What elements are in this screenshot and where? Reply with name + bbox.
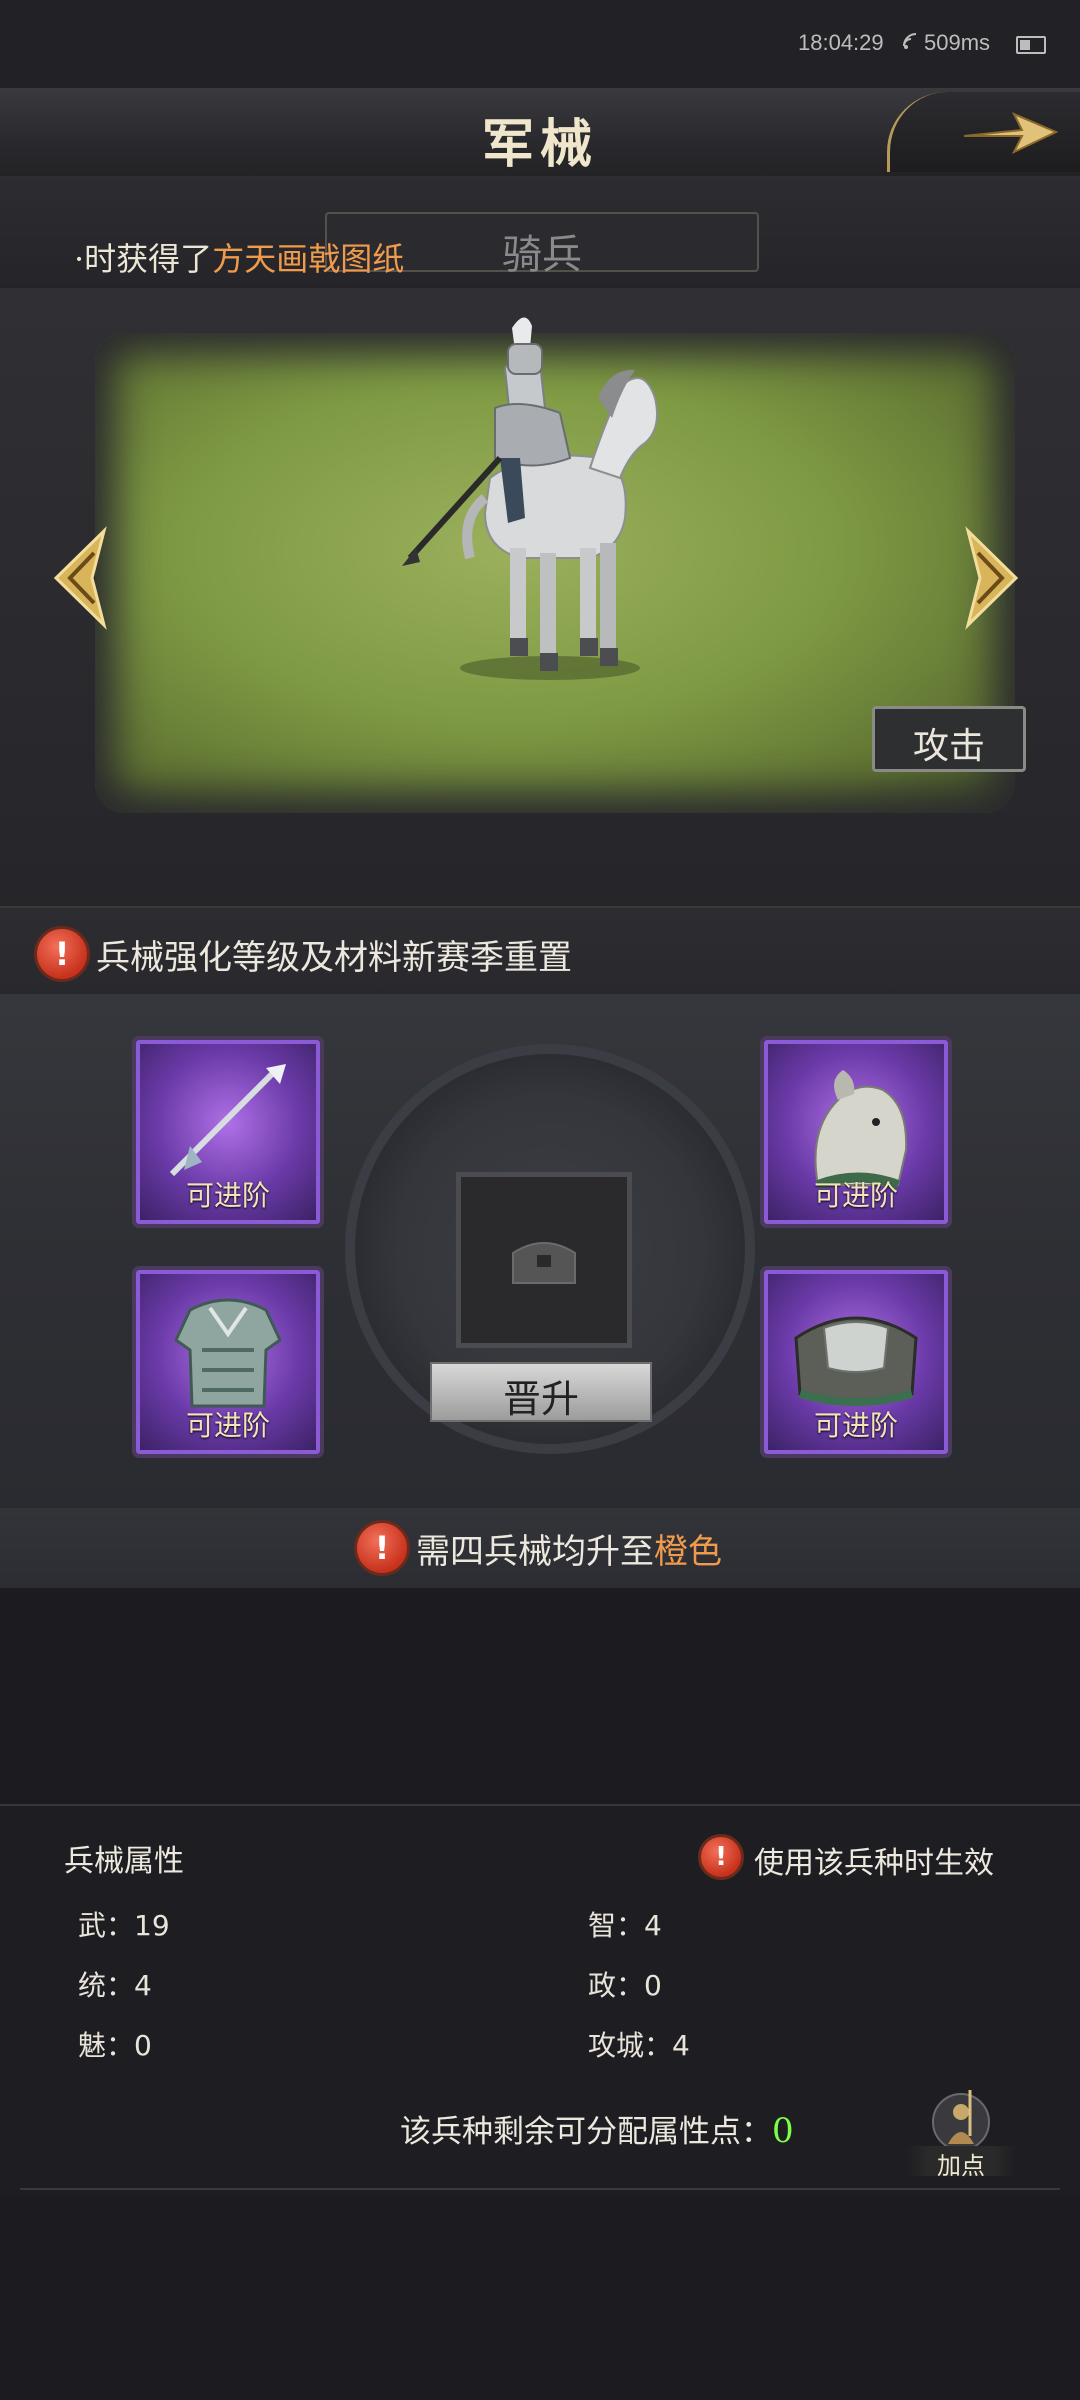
upgrade-requirement-color: 橙色: [654, 1532, 722, 1572]
weapon-slot[interactable]: 可进阶: [132, 1036, 324, 1228]
horse-slot-label: 可进阶: [813, 1179, 898, 1212]
attack-label: 攻击: [912, 726, 985, 767]
marquee-prefix: ·时获得了: [74, 240, 213, 278]
cavalry-unit-image: [402, 317, 658, 680]
armor-icon: [174, 1298, 282, 1408]
status-latency: 509ms: [924, 30, 991, 55]
warning-icon: !: [34, 926, 90, 982]
horse-slot[interactable]: 可进阶: [760, 1036, 952, 1228]
arrow-right-icon: [963, 112, 1059, 155]
upgrade-requirement-prefix: 需四兵械均升至: [416, 1532, 654, 1572]
attr-zhi: 智：4: [588, 1909, 662, 1942]
remaining-points-label: 该兵种剩余可分配属性点：: [400, 2114, 772, 2150]
info-icon[interactable]: !: [698, 1834, 744, 1880]
troop-header: 骑兵 ·时获得了方天画戟图纸: [0, 176, 1080, 290]
attr-gongcheng: 攻城：4: [588, 2029, 690, 2062]
remaining-points-value: 0: [772, 2111, 794, 2151]
armor-slot-label: 可进阶: [185, 1409, 270, 1442]
warning-icon: !: [354, 1520, 410, 1576]
remaining-points: 该兵种剩余可分配属性点：0: [400, 2106, 794, 2151]
status-bar: 18:04:29 509ms: [0, 0, 1080, 88]
title-bar: 军械: [0, 88, 1080, 178]
attr-mei: 魅：0: [78, 2029, 152, 2062]
prev-troop-button[interactable]: [44, 523, 114, 633]
saddle-slot-label: 可进阶: [813, 1409, 898, 1442]
status-time: 18:04:29: [798, 30, 884, 55]
saddle-slot[interactable]: 可进阶: [760, 1266, 952, 1458]
upgrade-requirement-text: 需四兵械均升至橙色: [416, 1524, 722, 1573]
back-button[interactable]: [887, 92, 1080, 172]
equipment-attributes: 兵械属性 ! 使用该兵种时生效 武：19 统：4 魅：0 智：4 政：0 攻城：…: [0, 1804, 1080, 2196]
wifi-icon: [902, 30, 920, 56]
upgrade-requirement-notice: ! 需四兵械均升至橙色: [0, 1508, 1080, 1588]
season-reset-notice: ! 兵械强化等级及材料新赛季重置: [0, 906, 1080, 996]
promote-button[interactable]: 晋升: [430, 1362, 652, 1422]
attr-wu: 武：19: [78, 1909, 170, 1942]
broadcast-marquee: ·时获得了方天画戟图纸: [74, 234, 404, 280]
add-point-label: 加点: [937, 2152, 985, 2180]
saddle-icon: [794, 1316, 918, 1406]
weapon-slot-label: 可进阶: [185, 1179, 270, 1212]
battery-icon: [1016, 36, 1046, 54]
troop-preview: 攻击: [0, 288, 1080, 906]
promotion-item-slot[interactable]: [456, 1172, 632, 1348]
attr-tong: 统：4: [78, 1969, 152, 2002]
effect-note: 使用该兵种时生效: [754, 1846, 994, 1881]
armor-slot[interactable]: 可进阶: [132, 1266, 324, 1458]
attr-zheng: 政：0: [588, 1969, 662, 2002]
season-reset-text: 兵械强化等级及材料新赛季重置: [96, 938, 572, 978]
divider: [20, 2188, 1060, 2190]
promote-label: 晋升: [502, 1377, 579, 1421]
equipment-panel: 可进阶 可进阶 可进阶 可进阶 晋升: [0, 994, 1080, 1514]
add-point-button[interactable]: 加点: [906, 2086, 1016, 2180]
attack-button[interactable]: 攻击: [872, 706, 1026, 772]
spear-icon: [169, 1064, 286, 1177]
horse-icon: [814, 1070, 908, 1190]
attributes-title: 兵械属性: [64, 1844, 184, 1879]
chest-icon: [512, 1242, 576, 1284]
general-portrait-icon: [932, 2090, 990, 2150]
marquee-item: 方天画戟图纸: [212, 240, 405, 278]
next-troop-button[interactable]: [958, 523, 1028, 633]
